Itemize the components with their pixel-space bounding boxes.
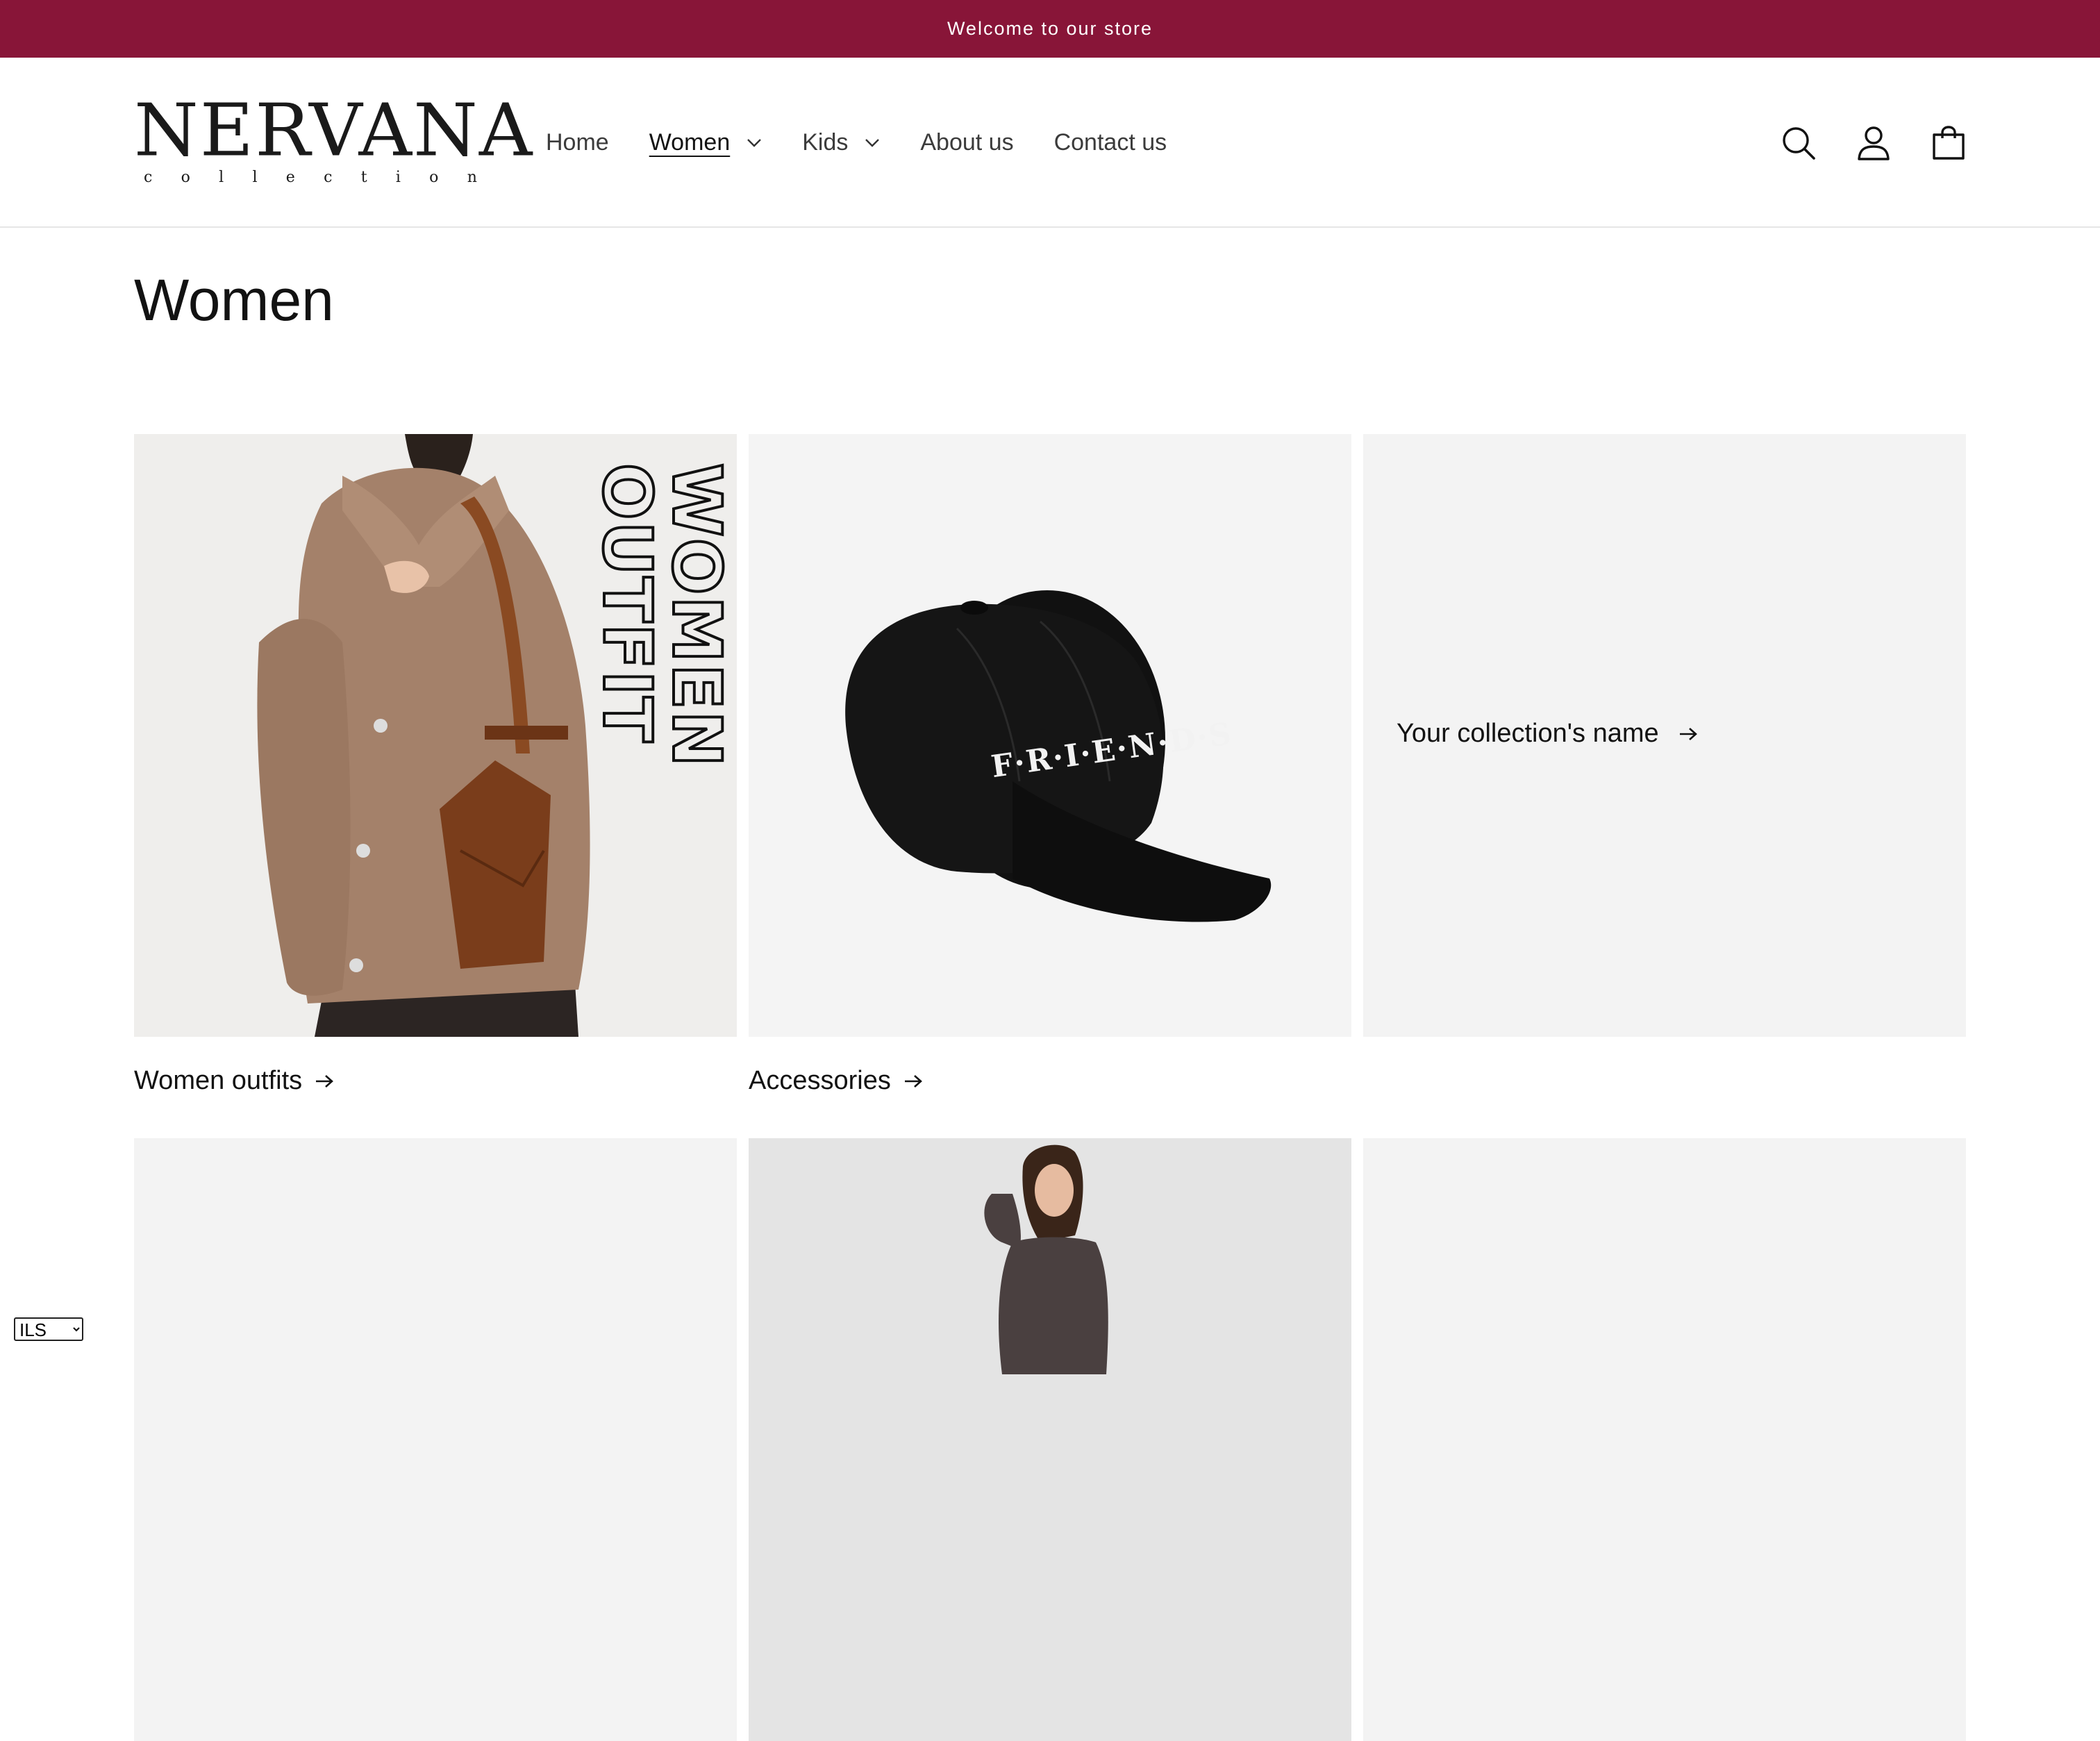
main-nav: Home Women Kids About us Contact us xyxy=(546,58,1207,228)
collection-title[interactable]: Your collection's name xyxy=(1397,719,1698,749)
page-title: Women xyxy=(134,267,334,333)
collection-title[interactable]: Women outfits xyxy=(134,1066,334,1096)
collection-placeholder[interactable] xyxy=(134,1138,737,1741)
image-overlay-text: WOMEN OUTFIT xyxy=(587,462,737,769)
collection-title[interactable]: Accessories xyxy=(749,1066,923,1096)
nav-label: Home xyxy=(546,129,609,156)
arrow-right-icon xyxy=(316,1074,334,1088)
collection-card-placeholder[interactable] xyxy=(134,1138,737,1741)
cart-button[interactable] xyxy=(1929,124,1968,163)
logo-subtitle: collection xyxy=(144,169,477,186)
nav-label: Kids xyxy=(802,129,849,156)
collection-card-placeholder[interactable]: Your collection's name xyxy=(1363,434,1966,1037)
account-button[interactable] xyxy=(1854,124,1893,163)
nav-item-kids[interactable]: Kids xyxy=(802,122,880,164)
search-button[interactable] xyxy=(1779,124,1818,163)
arrow-right-icon xyxy=(904,1074,922,1088)
nav-item-contact[interactable]: Contact us xyxy=(1054,122,1167,164)
nav-label: About us xyxy=(920,129,1014,156)
collection-card[interactable]: WOMEN OUTFIT Women outfits xyxy=(134,434,737,1095)
currency-select[interactable]: ILS xyxy=(14,1317,83,1341)
account-icon xyxy=(1858,126,1890,160)
arrow-right-icon xyxy=(1679,727,1697,740)
nav-label: Contact us xyxy=(1053,129,1167,156)
nav-item-women[interactable]: Women xyxy=(649,122,762,164)
header-icons xyxy=(1779,58,1968,228)
collection-card[interactable]: F·R·I·E·N·D·S Accessories xyxy=(749,434,1351,1095)
search-icon xyxy=(1783,126,1815,160)
woman-dress-photo xyxy=(749,1138,1351,1741)
store-logo[interactable]: NERVANA collection xyxy=(134,94,532,191)
collection-placeholder[interactable] xyxy=(1363,1138,1966,1741)
chevron-down-icon xyxy=(747,138,762,147)
black-cap-photo xyxy=(845,590,1272,922)
collection-image[interactable] xyxy=(749,1138,1351,1741)
nav-item-about[interactable]: About us xyxy=(920,122,1013,164)
logo-wordmark: NERVANA xyxy=(134,88,534,172)
collection-card-placeholder[interactable] xyxy=(1363,1138,1966,1741)
announcement-bar: Welcome to our store xyxy=(0,0,2100,58)
collection-placeholder[interactable]: Your collection's name xyxy=(1363,434,1966,1037)
cart-icon xyxy=(1933,125,1965,160)
collection-image[interactable]: WOMEN OUTFIT xyxy=(134,434,737,1037)
collection-image[interactable]: F·R·I·E·N·D·S xyxy=(749,434,1351,1037)
collection-card[interactable] xyxy=(749,1138,1351,1741)
nav-label: Women xyxy=(649,129,731,156)
site-header: NERVANA collection Home Women Kids About… xyxy=(0,58,2100,228)
chevron-down-icon xyxy=(865,138,880,147)
nav-item-home[interactable]: Home xyxy=(546,122,609,164)
announcement-text: Welcome to our store xyxy=(947,18,1153,39)
